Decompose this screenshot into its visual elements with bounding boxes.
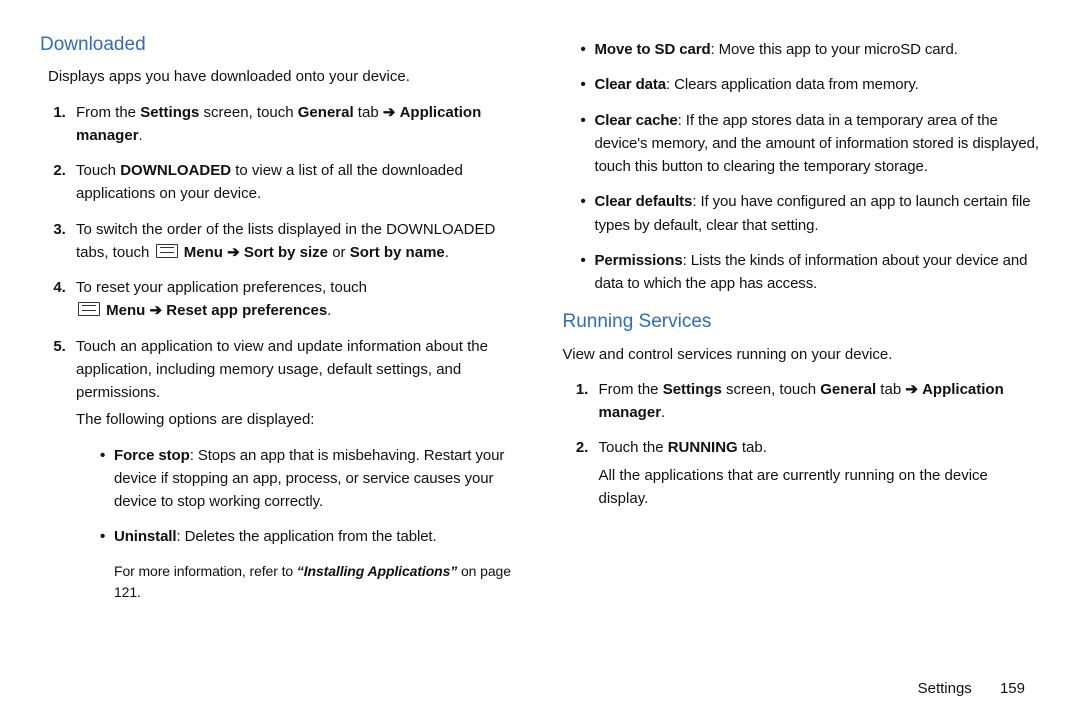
intro-downloaded: Displays apps you have downloaded onto y… bbox=[48, 65, 518, 88]
heading-downloaded: Downloaded bbox=[40, 30, 518, 59]
heading-running-services: Running Services bbox=[563, 307, 1041, 336]
bullet-uninstall: Uninstall: Deletes the application from … bbox=[100, 525, 518, 548]
steps-running: From the Settings screen, touch General … bbox=[593, 378, 1041, 510]
menu-icon bbox=[156, 244, 178, 258]
bullet-move-sd: Move to SD card: Move this app to your m… bbox=[581, 38, 1041, 61]
bullet-clear-data: Clear data: Clears application data from… bbox=[581, 73, 1041, 96]
rstep2-subtext: All the applications that are currently … bbox=[599, 464, 1041, 511]
step-1: From the Settings screen, touch General … bbox=[70, 101, 518, 148]
step-2: Touch DOWNLOADED to view a list of all t… bbox=[70, 159, 518, 206]
step-3: To switch the order of the lists display… bbox=[70, 218, 518, 265]
rstep-2: Touch the RUNNING tab. All the applicati… bbox=[593, 436, 1041, 510]
rstep-1: From the Settings screen, touch General … bbox=[593, 378, 1041, 425]
two-column-layout: Downloaded Displays apps you have downlo… bbox=[40, 30, 1040, 610]
menu-icon bbox=[78, 302, 100, 316]
bullet-clear-defaults: Clear defaults: If you have configured a… bbox=[581, 190, 1041, 237]
footer-section: Settings bbox=[918, 680, 972, 697]
intro-running: View and control services running on you… bbox=[563, 343, 1041, 366]
bullet-force-stop: Force stop: Stops an app that is misbeha… bbox=[100, 444, 518, 514]
bullet-permissions: Permissions: Lists the kinds of informat… bbox=[581, 249, 1041, 296]
uninstall-note: For more information, refer to “Installi… bbox=[114, 561, 518, 604]
page-footer: Settings 159 bbox=[918, 677, 1025, 700]
right-column: Move to SD card: Move this app to your m… bbox=[563, 30, 1041, 610]
step-4: To reset your application preferences, t… bbox=[70, 276, 518, 323]
step-5: Touch an application to view and update … bbox=[70, 335, 518, 432]
left-column: Downloaded Displays apps you have downlo… bbox=[40, 30, 518, 610]
step5-subtext: The following options are displayed: bbox=[76, 408, 518, 431]
options-bullets-left: Force stop: Stops an app that is misbeha… bbox=[100, 444, 518, 549]
bullet-clear-cache: Clear cache: If the app stores data in a… bbox=[581, 109, 1041, 179]
steps-downloaded: From the Settings screen, touch General … bbox=[70, 101, 518, 432]
options-bullets-right: Move to SD card: Move this app to your m… bbox=[581, 38, 1041, 295]
footer-page-number: 159 bbox=[1000, 680, 1025, 697]
